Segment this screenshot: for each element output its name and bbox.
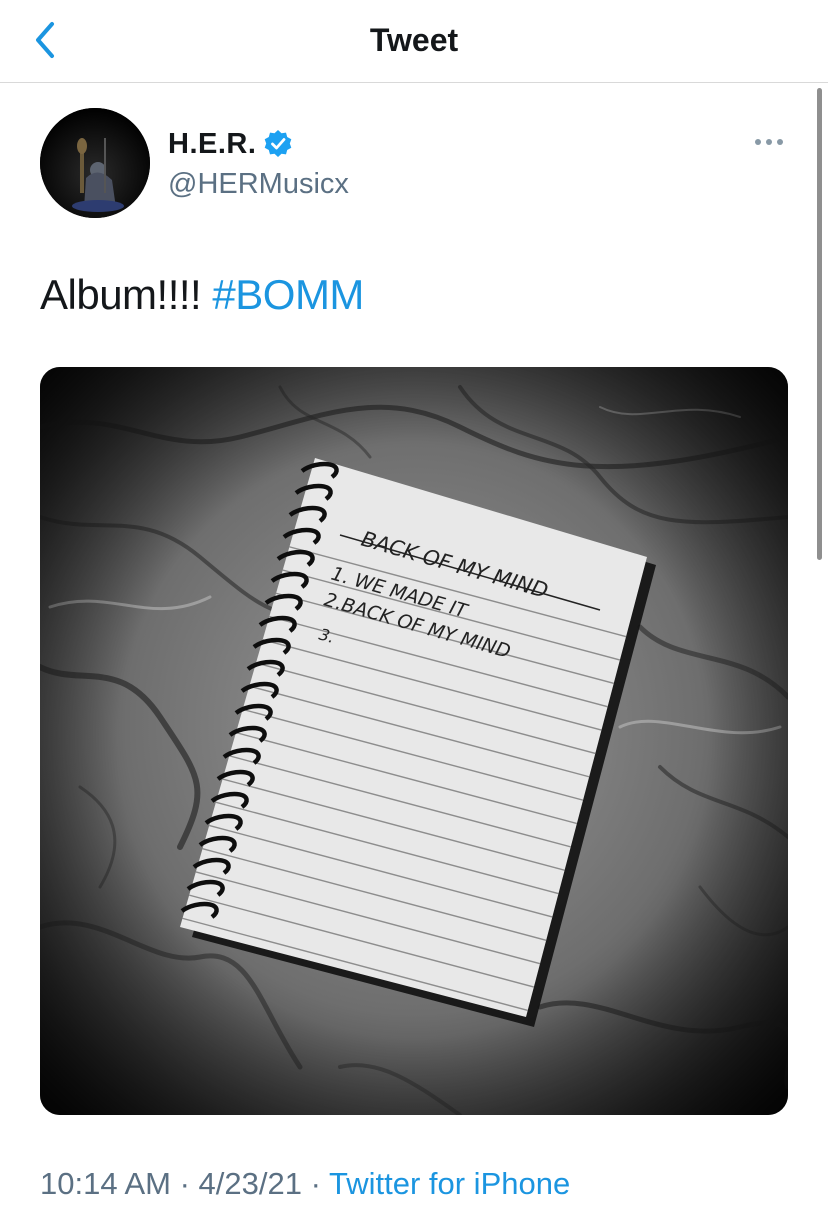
- more-options-icon: [755, 139, 783, 145]
- author-name-row[interactable]: H.E.R.: [168, 124, 293, 164]
- top-navigation-bar: Tweet: [0, 0, 828, 83]
- tweet-time: 10:14 AM: [40, 1166, 171, 1201]
- meta-separator: ·: [170, 1166, 199, 1201]
- tweet-text: Album!!!! #BOMM: [40, 270, 364, 320]
- page-title: Tweet: [369, 22, 459, 58]
- hashtag-link[interactable]: #BOMM: [212, 271, 364, 318]
- author-handle[interactable]: @HERMusicx: [168, 166, 349, 202]
- tweet-date: 4/23/21: [198, 1166, 302, 1201]
- author-name[interactable]: H.E.R.: [168, 128, 256, 161]
- tweet-metadata: 10:14 AM · 4/23/21 · Twitter for iPhone: [40, 1162, 570, 1206]
- album-cover-image: BACK OF MY MIND 1. WE MADE IT 2.BACK OF …: [40, 367, 788, 1115]
- avatar-image: [40, 108, 150, 218]
- meta-separator: ·: [301, 1166, 329, 1201]
- more-options-button[interactable]: [752, 132, 786, 152]
- tweet-media-image[interactable]: BACK OF MY MIND 1. WE MADE IT 2.BACK OF …: [40, 367, 788, 1115]
- avatar[interactable]: [40, 108, 150, 218]
- tweet-body: Album!!!!: [40, 271, 213, 318]
- scrollbar[interactable]: [817, 88, 822, 560]
- tweet-source-link[interactable]: Twitter for iPhone: [329, 1166, 570, 1201]
- verified-badge-icon: [265, 130, 292, 157]
